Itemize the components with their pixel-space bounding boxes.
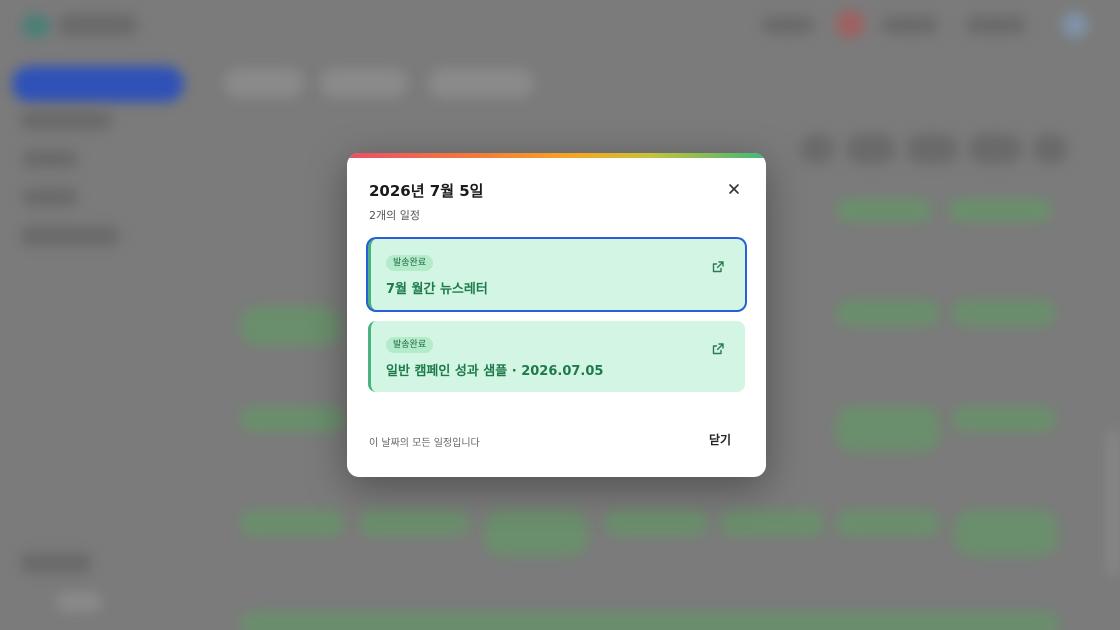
calendar-event-blur — [836, 406, 940, 452]
calendar-event-blur — [240, 510, 344, 536]
app-name-blur — [58, 14, 138, 36]
event-count: 2개의 일정 — [369, 209, 420, 222]
dialog-footnote: 이 날짜의 모든 일정입니다 — [369, 438, 480, 449]
calendar-event-blur — [836, 510, 940, 536]
event-card[interactable]: 발송완료 7월 월간 뉴스레터 — [368, 239, 745, 310]
close-icon — [729, 184, 739, 194]
calendar-event-blur — [952, 300, 1056, 326]
calendar-event-blur — [240, 406, 344, 432]
calendar-event-blur — [604, 510, 708, 536]
calendar-event-blur — [240, 306, 340, 346]
dialog-accent-bar — [347, 153, 766, 158]
sidebar-item-blur — [20, 110, 112, 130]
header-item-blur — [762, 16, 814, 34]
calendar-event-blur — [360, 510, 470, 536]
notification-blur — [836, 10, 864, 38]
close-button[interactable] — [724, 179, 744, 199]
calendar-event-blur — [836, 198, 932, 222]
calendar-event-blur — [952, 406, 1056, 432]
tab-blur — [320, 68, 408, 98]
avatar-blur — [1062, 12, 1088, 38]
status-badge: 발송완료 — [386, 337, 434, 353]
sidebar-item-blur — [22, 150, 78, 168]
app-logo — [22, 14, 50, 38]
external-link-icon[interactable] — [710, 259, 726, 275]
scrollbar-blur — [1108, 430, 1118, 576]
event-card[interactable]: 발송완료 일반 캠페인 성과 샘플 · 2026.07.05 — [368, 321, 745, 392]
sidebar-active-item-blur — [12, 66, 184, 102]
close-dialog-button[interactable]: 닫기 — [697, 429, 743, 451]
sidebar-item-blur — [56, 592, 102, 612]
header-item-blur — [882, 16, 938, 34]
event-title: 일반 캠페인 성과 샘플 · 2026.07.05 — [386, 364, 604, 379]
header-item-blur — [966, 16, 1026, 34]
sidebar-item-blur — [20, 553, 92, 573]
toolbar-blur — [906, 134, 958, 164]
dialog-title: 2026년 7월 5일 — [369, 182, 484, 200]
tab-blur — [428, 68, 534, 98]
external-link-icon[interactable] — [710, 341, 726, 357]
calendar-event-blur — [836, 300, 940, 326]
day-events-dialog: 2026년 7월 5일 2개의 일정 발송완료 7월 월간 뉴스레터 발송완료 … — [347, 153, 766, 477]
calendar-event-blur — [948, 198, 1052, 222]
toolbar-blur — [800, 134, 834, 164]
event-title: 7월 월간 뉴스레터 — [386, 282, 488, 297]
calendar-event-blur — [954, 510, 1058, 556]
calendar-row-blur — [240, 612, 1060, 630]
calendar-event-blur — [484, 510, 588, 556]
status-badge: 발송완료 — [386, 255, 434, 271]
toolbar-blur — [1032, 134, 1068, 164]
sidebar-item-blur — [20, 226, 120, 246]
sidebar-item-blur — [22, 188, 78, 206]
tab-blur — [224, 68, 304, 98]
toolbar-blur — [968, 134, 1022, 164]
calendar-event-blur — [720, 510, 824, 536]
toolbar-blur — [846, 134, 896, 164]
